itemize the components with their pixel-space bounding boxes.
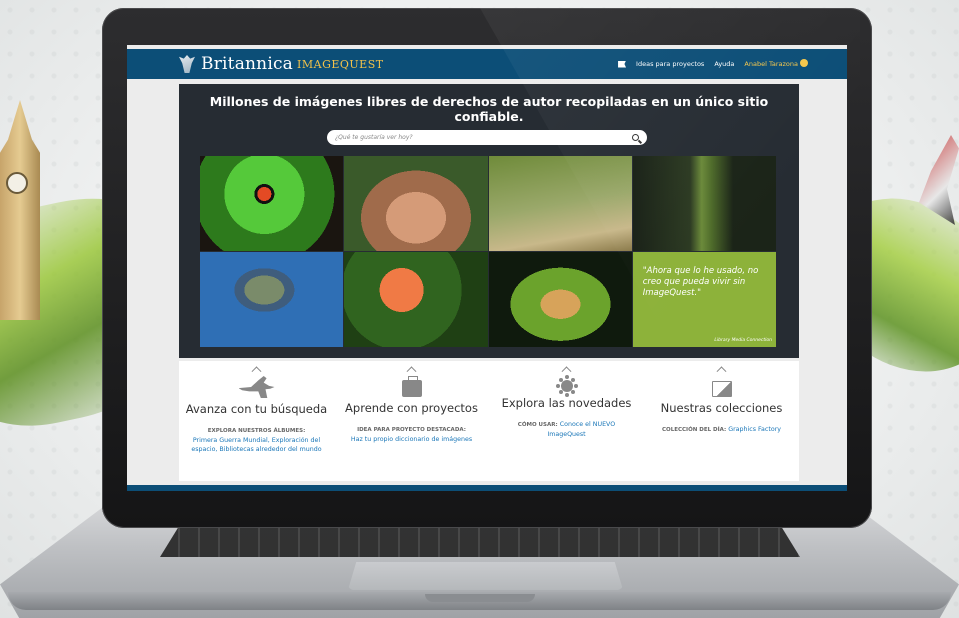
search-bar bbox=[327, 130, 647, 145]
search-input[interactable] bbox=[335, 134, 625, 141]
feature-label: IDEA PARA PROYECTO DESTACADA: bbox=[357, 427, 466, 433]
image-grid: "Ahora que lo he usado, no creo que pued… bbox=[200, 156, 776, 347]
nav-user-menu[interactable]: Anabel Tarazona bbox=[744, 60, 807, 68]
laptop-notch bbox=[425, 594, 535, 602]
feature-title[interactable]: Nuestras colecciones bbox=[644, 401, 799, 415]
feature-link[interactable]: Graphics Factory bbox=[728, 426, 781, 433]
feature-projects: Aprende con proyectos IDEA PARA PROYECTO… bbox=[334, 361, 489, 481]
image-tile-three-frogs[interactable] bbox=[488, 156, 632, 251]
feature-description: EXPLORA NUESTROS ÁLBUMES: Primera Guerra … bbox=[189, 426, 324, 454]
image-tile-frog-in-water[interactable] bbox=[200, 252, 344, 347]
clock-face-graphic bbox=[6, 172, 28, 194]
feature-label: CÓMO USAR: bbox=[517, 422, 558, 428]
testimonial-tile: "Ahora que lo he usado, no creo que pued… bbox=[632, 252, 776, 347]
chevron-up-icon[interactable] bbox=[561, 366, 572, 377]
image-tile-frog-on-hand[interactable] bbox=[344, 156, 488, 251]
feature-link[interactable]: Haz tu propio diccionario de imágenes bbox=[351, 436, 472, 443]
feature-title[interactable]: Explora las novedades bbox=[489, 396, 644, 410]
image-tile-frog-on-stem[interactable] bbox=[632, 156, 776, 251]
feature-label: COLECCIÓN DEL DÍA: bbox=[661, 427, 727, 433]
sun-icon bbox=[560, 380, 573, 392]
flag-icon[interactable] bbox=[618, 60, 627, 68]
chevron-up-icon[interactable] bbox=[406, 366, 417, 377]
nav-ideas-link[interactable]: Ideas para proyectos bbox=[636, 60, 704, 68]
testimonial-source: Library Media Connection bbox=[714, 338, 772, 343]
laptop-screen: Britannica IMAGEQUEST Ideas para proyect… bbox=[127, 45, 847, 491]
gear-icon bbox=[801, 60, 807, 66]
feature-title[interactable]: Aprende con proyectos bbox=[334, 401, 489, 415]
testimonial-quote: "Ahora que lo he usado, no creo que pued… bbox=[642, 266, 759, 298]
user-name: Anabel Tarazona bbox=[744, 60, 798, 68]
laptop-trackpad bbox=[348, 562, 623, 590]
image-tile-frog-foot[interactable] bbox=[344, 252, 488, 347]
image-tile-red-eyed-frog[interactable] bbox=[200, 156, 344, 251]
feature-description: IDEA PARA PROYECTO DESTACADA: Haz tu prop… bbox=[344, 425, 479, 444]
feature-search: Avanza con tu búsqueda EXPLORA NUESTROS … bbox=[179, 361, 334, 481]
image-tile-frog-on-leaf[interactable] bbox=[488, 252, 632, 347]
feature-link[interactable]: Conoce el NUEVO ImageQuest bbox=[547, 421, 615, 438]
chevron-up-icon[interactable] bbox=[716, 366, 727, 377]
header-nav: Ideas para proyectos Ayuda Anabel Tarazo… bbox=[618, 60, 807, 68]
chevron-up-icon[interactable] bbox=[251, 366, 262, 377]
brand-product: IMAGEQUEST bbox=[297, 57, 384, 71]
thistle-logo-icon bbox=[179, 55, 195, 73]
site-footer-bar bbox=[127, 485, 847, 491]
hero-section: Millones de imágenes libres de derechos … bbox=[179, 84, 799, 358]
feature-link[interactable]: Primera Guerra Mundial, Exploración del … bbox=[191, 437, 321, 453]
feature-label: EXPLORA NUESTROS ÁLBUMES: bbox=[207, 428, 306, 434]
brand-name: Britannica bbox=[201, 54, 294, 74]
feature-news: Explora las novedades CÓMO USAR: Conoce … bbox=[489, 361, 644, 481]
feature-title[interactable]: Avanza con tu búsqueda bbox=[179, 402, 334, 416]
nav-help-link[interactable]: Ayuda bbox=[714, 60, 734, 68]
image-icon bbox=[711, 381, 732, 397]
hero-title: Millones de imágenes libres de derechos … bbox=[209, 94, 769, 124]
features-section: Avanza con tu búsqueda EXPLORA NUESTROS … bbox=[179, 361, 799, 481]
briefcase-icon bbox=[401, 376, 422, 397]
feature-description: COLECCIÓN DEL DÍA: Graphics Factory bbox=[654, 425, 789, 435]
site-header: Britannica IMAGEQUEST Ideas para proyect… bbox=[127, 49, 847, 79]
feature-description: CÓMO USAR: Conoce el NUEVO ImageQuest bbox=[499, 420, 634, 439]
kangaroo-icon bbox=[238, 376, 275, 398]
brand-logo[interactable]: Britannica IMAGEQUEST bbox=[179, 54, 384, 74]
search-icon[interactable] bbox=[632, 134, 639, 141]
feature-collections: Nuestras colecciones COLECCIÓN DEL DÍA: … bbox=[644, 361, 799, 481]
